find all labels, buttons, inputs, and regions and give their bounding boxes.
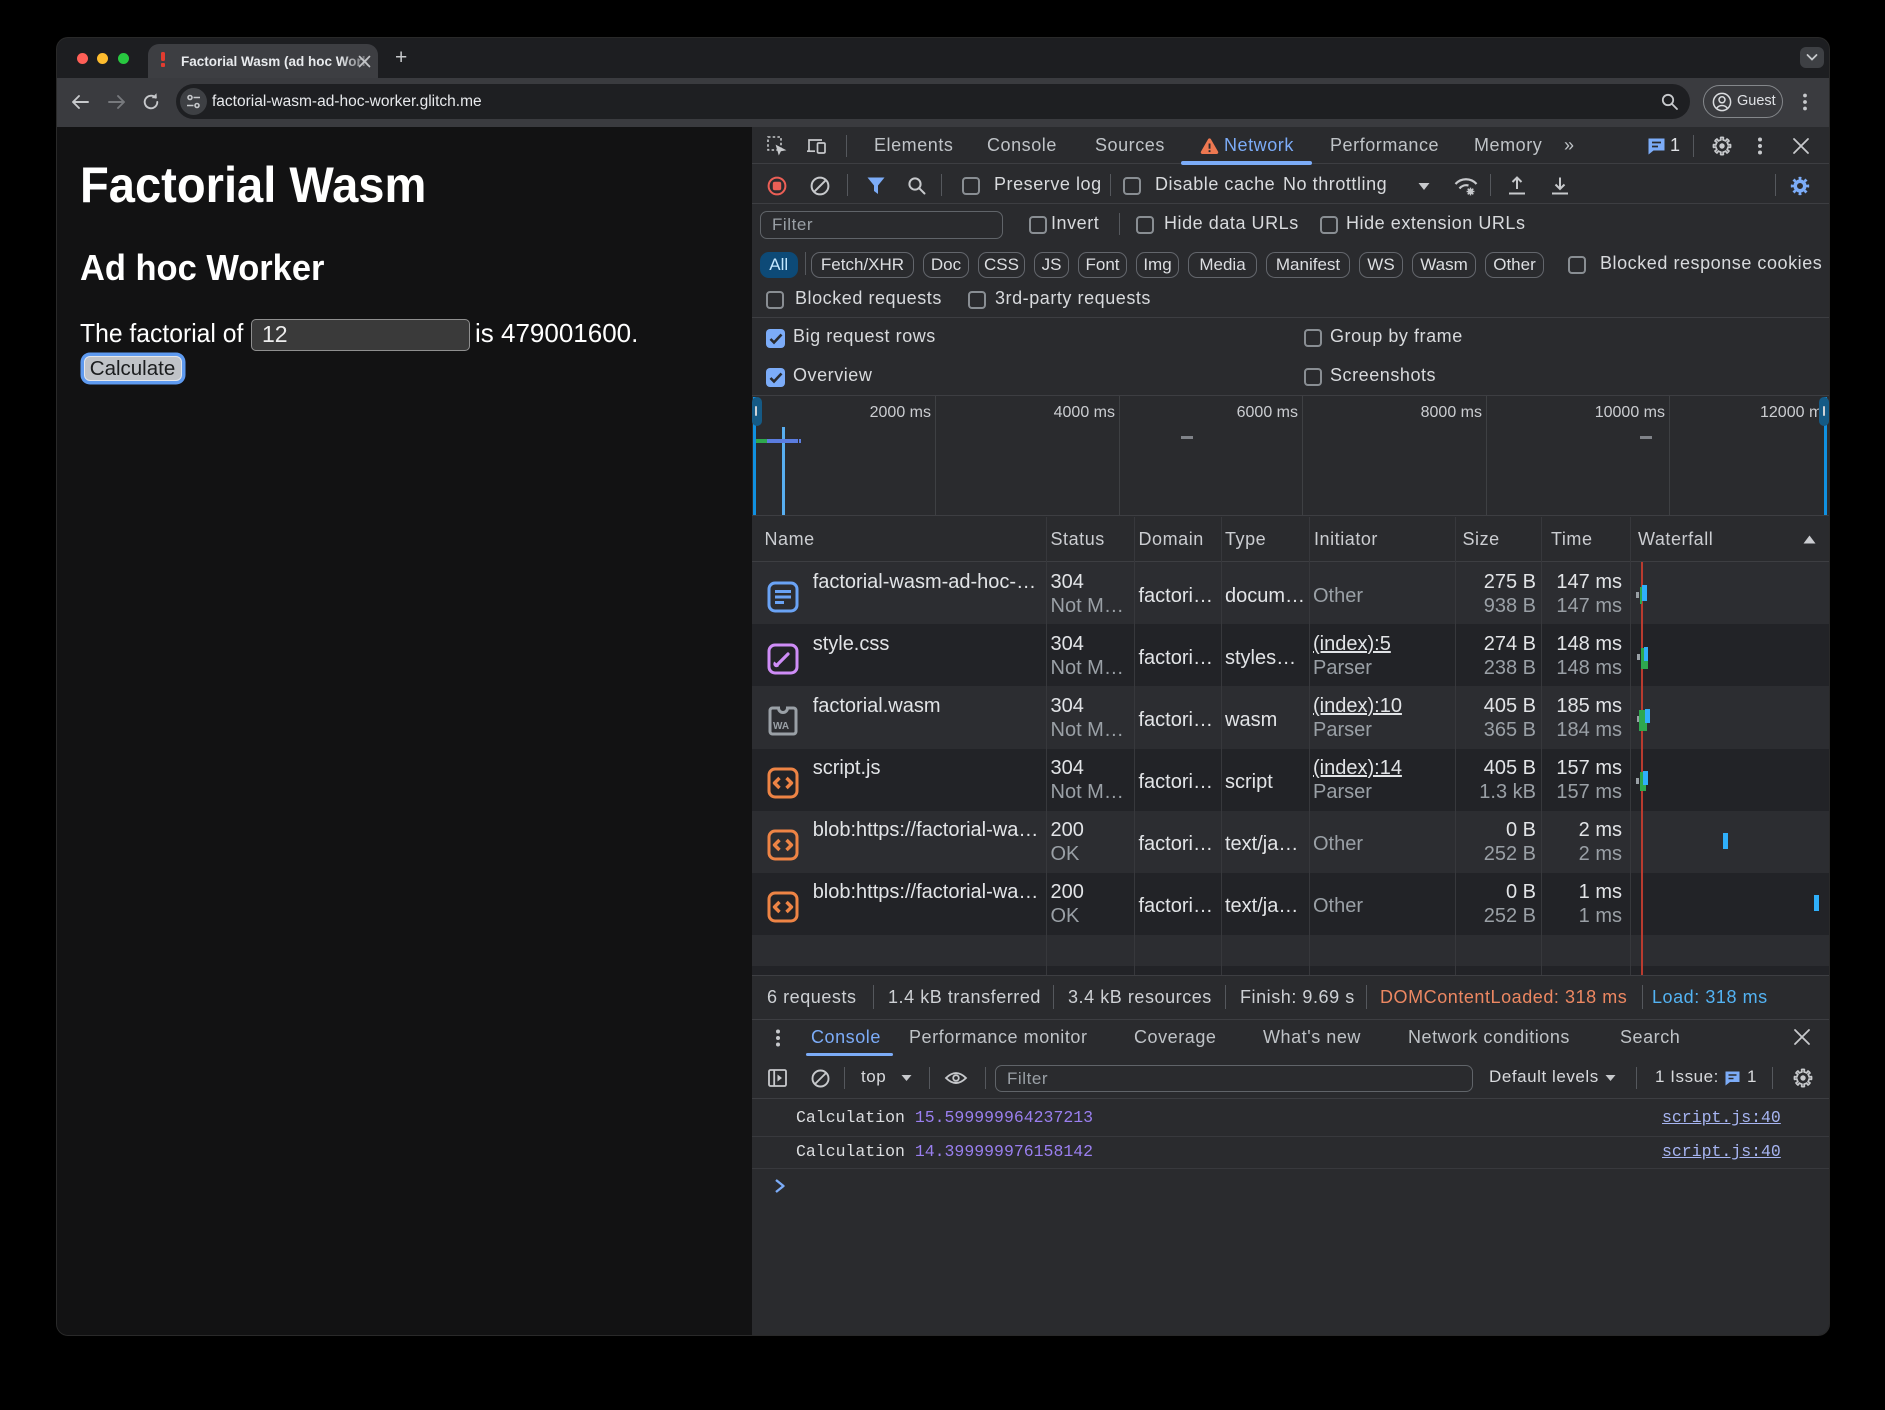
svg-text:WA: WA xyxy=(773,721,789,732)
